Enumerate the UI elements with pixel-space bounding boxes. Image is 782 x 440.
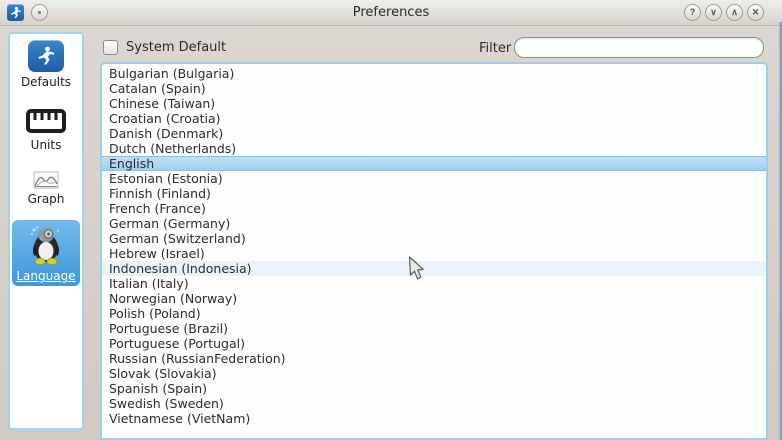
dive-profile-graph-icon — [33, 171, 59, 189]
language-list[interactable]: Bulgarian (Bulgaria)Catalan (Spain)Chine… — [100, 62, 768, 440]
shade-down-button[interactable]: ∨ — [705, 4, 722, 21]
language-list-item[interactable]: Swedish (Sweden) — [102, 396, 766, 411]
sidebar-item-language[interactable]: Language — [12, 220, 80, 286]
language-list-item[interactable]: German (Switzerland) — [102, 231, 766, 246]
language-list-item[interactable]: Bulgarian (Bulgaria) — [102, 66, 766, 81]
sidebar: Defaults Units Graph — [8, 32, 84, 430]
diver-icon — [28, 40, 64, 72]
system-default-row: System Default — [103, 40, 226, 55]
language-list-item[interactable]: Danish (Denmark) — [102, 126, 766, 141]
shade-up-button[interactable]: ∧ — [726, 4, 743, 21]
language-list-item[interactable]: Croatian (Croatia) — [102, 111, 766, 126]
window-title: Preferences — [0, 0, 782, 25]
close-button[interactable]: ✕ — [747, 4, 764, 21]
language-list-item[interactable]: Portuguese (Brazil) — [102, 321, 766, 336]
help-button[interactable]: ? — [684, 4, 701, 21]
sidebar-item-label: Defaults — [21, 75, 71, 89]
language-list-item[interactable]: English — [102, 156, 766, 171]
system-default-checkbox[interactable] — [103, 40, 118, 55]
system-default-label[interactable]: System Default — [126, 40, 226, 55]
titlebar: Preferences ? ∨ ∧ ✕ — [0, 0, 782, 26]
language-list-item[interactable]: Dutch (Netherlands) — [102, 141, 766, 156]
language-list-item[interactable]: Portuguese (Portugal) — [102, 336, 766, 351]
language-list-item[interactable]: Catalan (Spain) — [102, 81, 766, 96]
sidebar-item-label: Graph — [28, 192, 65, 206]
filter-input[interactable] — [514, 37, 764, 58]
ruler-icon — [25, 107, 67, 135]
language-list-item[interactable]: Polish (Poland) — [102, 306, 766, 321]
language-list-item[interactable]: Italian (Italy) — [102, 276, 766, 291]
filter-label: Filter — [479, 41, 511, 56]
language-list-item[interactable]: Hebrew (Israel) — [102, 246, 766, 261]
tux-penguin-icon — [25, 224, 67, 266]
language-list-item[interactable]: Finnish (Finland) — [102, 186, 766, 201]
language-list-item[interactable]: Estonian (Estonia) — [102, 171, 766, 186]
language-list-item[interactable]: Spanish (Spain) — [102, 381, 766, 396]
sidebar-item-defaults[interactable]: Defaults — [12, 36, 80, 92]
language-list-item[interactable]: Slovak (Slovakia) — [102, 366, 766, 381]
sidebar-item-graph[interactable]: Graph — [12, 167, 80, 209]
language-list-item[interactable]: German (Germany) — [102, 216, 766, 231]
sidebar-item-units[interactable]: Units — [12, 103, 80, 155]
language-list-item[interactable]: French (France) — [102, 201, 766, 216]
sidebar-item-label: Language — [16, 269, 75, 283]
language-list-item[interactable]: Norwegian (Norway) — [102, 291, 766, 306]
language-list-item[interactable]: Vietnamese (VietNam) — [102, 411, 766, 426]
sidebar-item-label: Units — [31, 138, 62, 152]
language-list-item[interactable]: Indonesian (Indonesia) — [102, 261, 766, 276]
preferences-window: { "window": { "title": "Preferences", "t… — [0, 0, 782, 440]
language-list-item[interactable]: Chinese (Taiwan) — [102, 96, 766, 111]
language-list-item[interactable]: Russian (RussianFederation) — [102, 351, 766, 366]
